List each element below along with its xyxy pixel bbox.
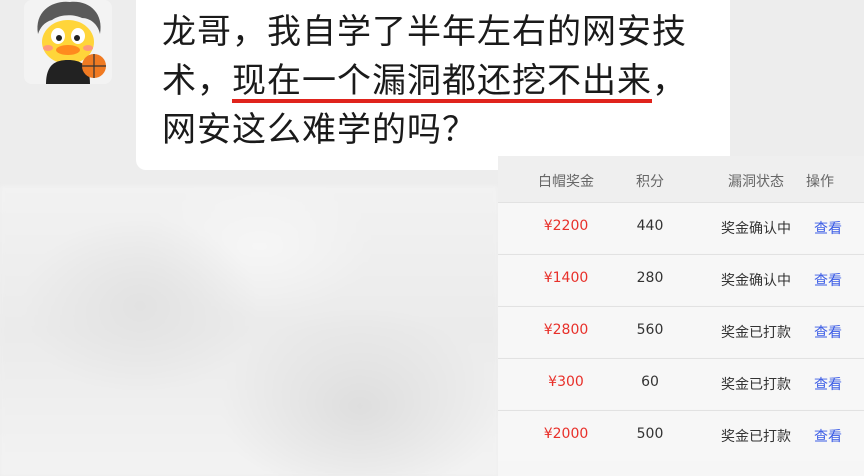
- view-link[interactable]: 查看: [802, 426, 854, 446]
- bounty-table: 白帽奖金 积分 漏洞状态 操作 ¥2200 440 奖金确认中 查看 ¥1400…: [498, 156, 864, 476]
- message-line2-prefix: 术，: [162, 61, 232, 101]
- bounty-amount: ¥2000: [543, 426, 589, 442]
- points-value: 440: [636, 218, 664, 234]
- bounty-amount: ¥2200: [543, 218, 589, 234]
- points-value: 500: [636, 426, 664, 442]
- status-text: 奖金已打款: [721, 377, 791, 393]
- table-row: ¥300 60 奖金已打款 查看: [498, 358, 864, 409]
- message-line3: 网安这么难学的吗？: [162, 110, 477, 150]
- status-text: 奖金确认中: [721, 273, 791, 289]
- blurred-region: [0, 186, 498, 476]
- table-row: ¥2000 500 奖金已打款 查看: [498, 410, 864, 461]
- message-highlight: 现在一个漏洞都还挖不出来: [232, 61, 652, 101]
- header-bounty: 白帽奖金: [538, 174, 594, 190]
- status-text: 奖金已打款: [721, 325, 791, 341]
- bounty-amount: ¥2800: [543, 322, 589, 338]
- table-row: ¥1400 280 奖金确认中 查看: [498, 254, 864, 305]
- header-status: 漏洞状态: [728, 174, 784, 190]
- message-line1: 龙哥，我自学了半年左右的网安技: [162, 12, 687, 52]
- table-row: ¥2800 560 奖金已打款 查看: [498, 306, 864, 357]
- points-value: 280: [636, 270, 664, 286]
- bounty-amount: ¥1400: [543, 270, 589, 286]
- duck-avatar-icon: [24, 0, 112, 84]
- header-action: 操作: [806, 174, 834, 190]
- points-value: 60: [641, 374, 659, 390]
- chat-message-text: 龙哥，我自学了半年左右的网安技 术，现在一个漏洞都还挖不出来， 网安这么难学的吗…: [162, 8, 706, 155]
- table-header: 白帽奖金 积分 漏洞状态 操作: [498, 156, 864, 202]
- view-link[interactable]: 查看: [802, 218, 854, 238]
- message-line2-suffix: ，: [652, 61, 687, 101]
- header-points: 积分: [636, 174, 664, 190]
- view-link[interactable]: 查看: [802, 322, 854, 342]
- table-row: ¥2200 440 奖金确认中 查看: [498, 202, 864, 253]
- avatar[interactable]: [24, 0, 112, 84]
- view-link[interactable]: 查看: [802, 374, 854, 394]
- bounty-amount: ¥300: [548, 374, 584, 390]
- status-text: 奖金已打款: [721, 429, 791, 445]
- chat-message-bubble: 龙哥，我自学了半年左右的网安技 术，现在一个漏洞都还挖不出来， 网安这么难学的吗…: [136, 0, 730, 170]
- view-link[interactable]: 查看: [802, 270, 854, 290]
- points-value: 560: [636, 322, 664, 338]
- status-text: 奖金确认中: [721, 221, 791, 237]
